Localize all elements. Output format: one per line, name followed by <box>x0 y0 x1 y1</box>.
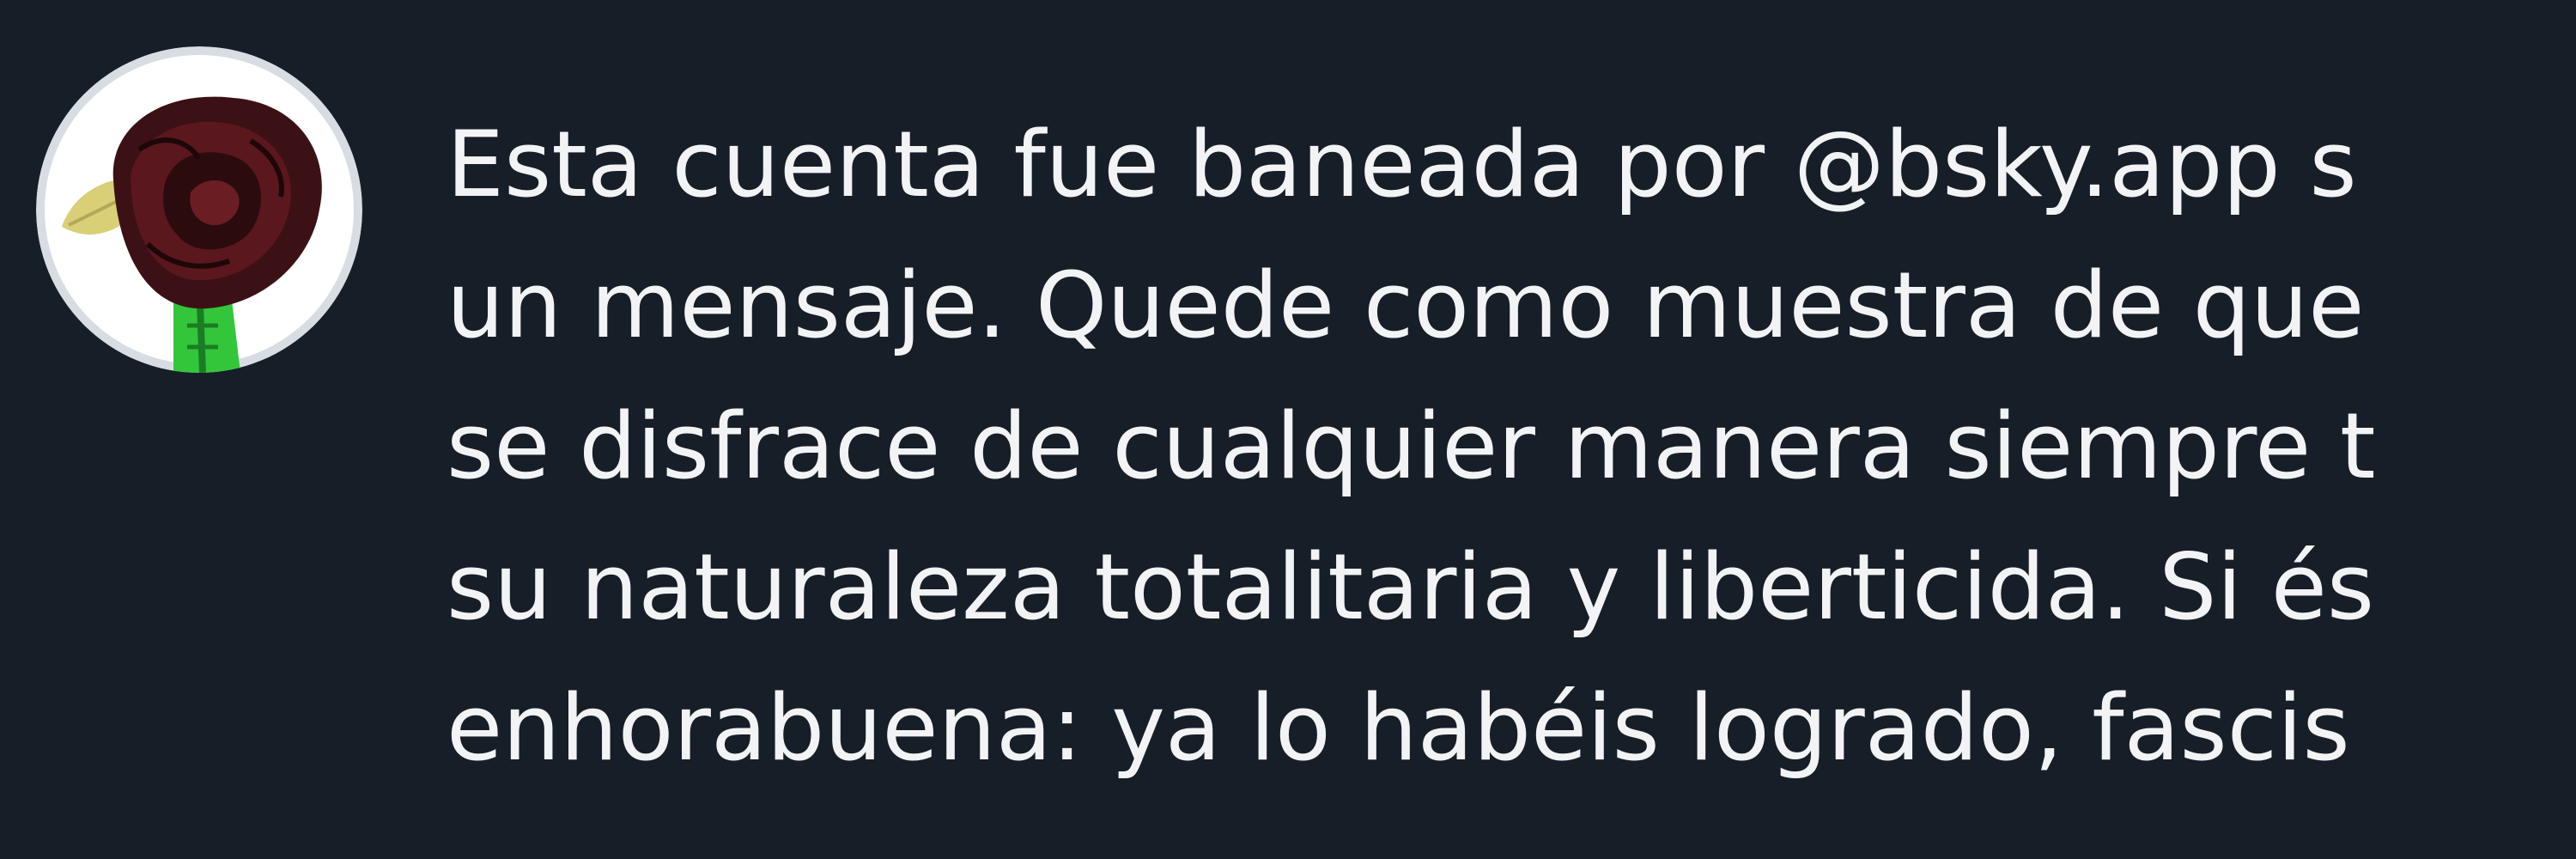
post-text: Esta cuenta fue baneada por @bsky.app s … <box>447 94 2576 799</box>
post-text-line: un mensaje. Quede como muestra de que <box>447 253 2365 358</box>
post-text-line: su naturaleza totalitaria y liberticida.… <box>447 534 2375 640</box>
rose-avatar-icon <box>36 46 362 373</box>
post-text-line: se disfrace de cualquier manera siempre … <box>447 393 2376 499</box>
post: Esta cuenta fue baneada por @bsky.app s … <box>0 0 2576 859</box>
post-text-line: enhorabuena: ya lo habéis logrado, fasci… <box>447 675 2350 781</box>
avatar[interactable] <box>36 46 362 373</box>
post-text-line: Esta cuenta fue baneada por @bsky.app s <box>447 112 2357 217</box>
